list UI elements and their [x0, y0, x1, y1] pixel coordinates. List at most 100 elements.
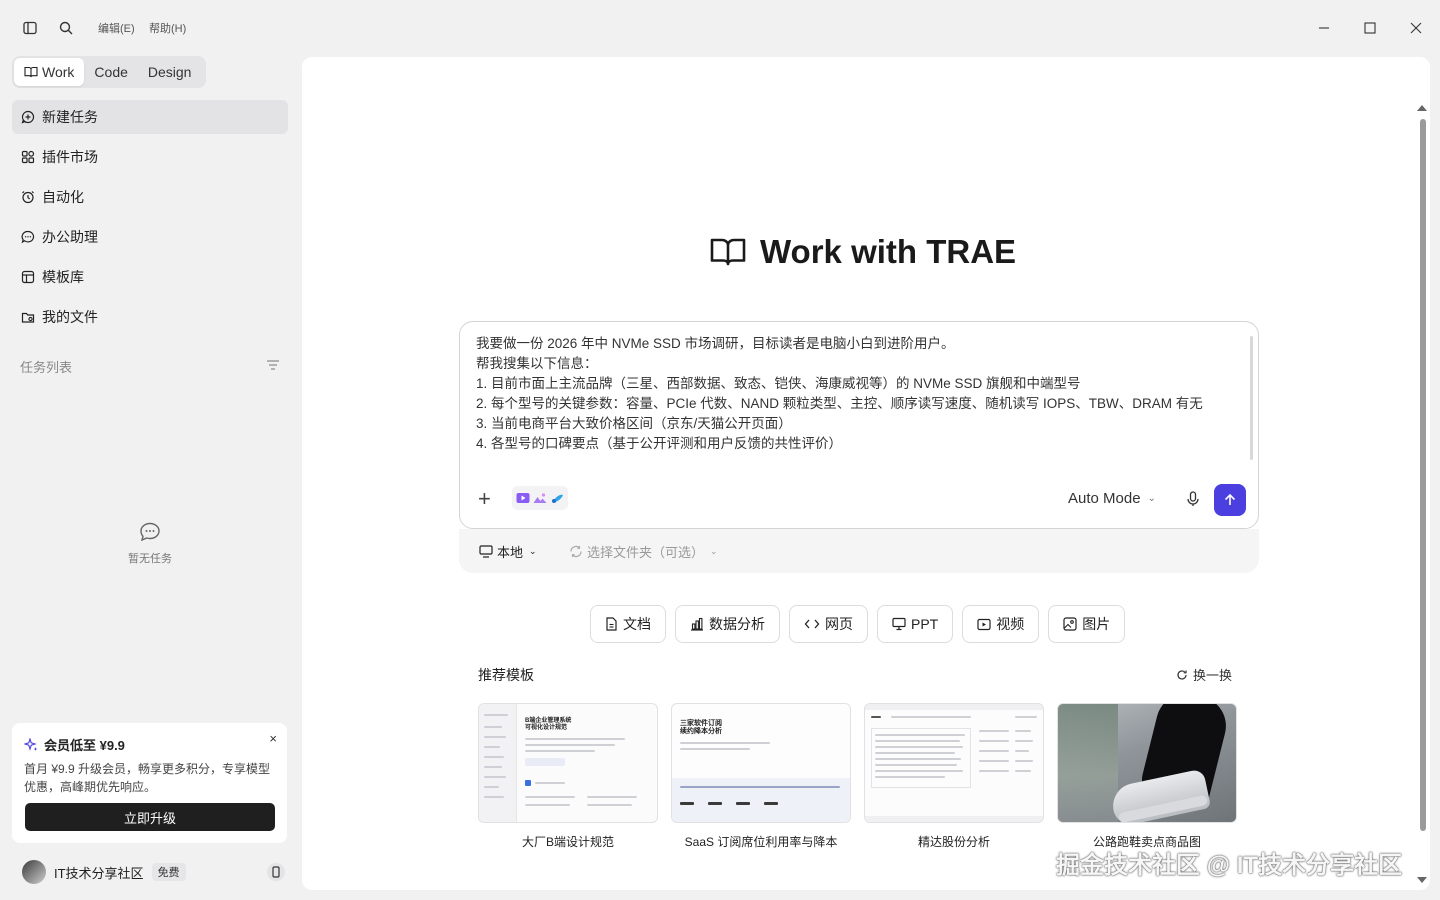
menu-help[interactable]: 帮助(H)	[149, 20, 186, 36]
template-label: 大厂B端设计规范	[521, 835, 614, 849]
template-card[interactable]: 精达股份分析	[864, 703, 1044, 850]
mode-tab-code[interactable]: Code	[84, 58, 137, 86]
sidebar-item-plugin-market[interactable]: 插件市场	[12, 140, 288, 174]
prompt-scrollbar[interactable]	[1250, 336, 1253, 460]
watermark: 掘金技术社区 @ IT技术分享社区	[1056, 852, 1403, 879]
chip-label: 网页	[825, 616, 853, 632]
sidebar-item-my-files[interactable]: 我的文件	[12, 300, 288, 334]
close-window-icon[interactable]	[1402, 14, 1430, 42]
maximize-icon[interactable]	[1356, 14, 1384, 42]
chip-image[interactable]: 图片	[1048, 605, 1126, 643]
template-thumb-heading: 三家软件订阅 续约降本分析	[680, 720, 722, 735]
menu-edit[interactable]: 编辑(E)	[98, 20, 135, 36]
promo-title-row: 会员低至 ¥9.9	[24, 735, 275, 754]
document-icon	[606, 617, 617, 631]
image-icon	[1063, 617, 1077, 631]
mode-dropdown[interactable]: Auto Mode ⌄	[1068, 490, 1156, 507]
send-button[interactable]	[1214, 484, 1246, 516]
empty-tasks: 暂无任务	[100, 522, 200, 566]
sidebar-item-new-task[interactable]: 新建任务	[12, 100, 288, 134]
sidebar-item-label: 办公助理	[42, 229, 98, 245]
search-icon[interactable]	[54, 16, 78, 40]
avatar	[22, 860, 46, 884]
chip-data-analysis[interactable]: 数据分析	[675, 605, 780, 643]
folder-label: 选择文件夹（可选）	[587, 545, 705, 560]
sidebar-item-label: 模板库	[42, 269, 84, 285]
mode-tab-work[interactable]: Work	[14, 58, 85, 86]
image-tool-icon	[533, 493, 547, 503]
empty-chat-icon	[140, 522, 160, 542]
toggle-sidebar-icon[interactable]	[18, 16, 42, 40]
user-name: IT技术分享社区	[54, 865, 144, 881]
template-card[interactable]: 三家软件订阅 续约降本分析 SaaS 订阅席位利用率与降本	[671, 703, 851, 850]
sidebar-item-automation[interactable]: 自动化	[12, 180, 288, 214]
microphone-icon[interactable]	[1186, 491, 1200, 512]
template-thumbnail	[864, 703, 1044, 823]
plan-badge: 免费	[151, 863, 186, 881]
location-selector[interactable]: 本地 ⌄	[479, 542, 537, 561]
promo-description: 首月 ¥9.9 升级会员，畅享更多积分，专享模型优惠，高峰期优先响应。	[24, 762, 271, 794]
chip-video[interactable]: 视频	[962, 605, 1040, 643]
mode-switcher: Work Code Design	[12, 56, 206, 88]
empty-tasks-text: 暂无任务	[128, 553, 172, 565]
alarm-clock-icon	[20, 189, 36, 205]
folder-selector[interactable]: 选择文件夹（可选） ⌄	[569, 542, 718, 561]
scroll-down-icon[interactable]	[1417, 877, 1427, 883]
mode-tab-design[interactable]: Design	[138, 58, 202, 86]
page-title: Work with TRAE	[760, 233, 1017, 270]
monitor-icon	[479, 545, 493, 558]
files-icon	[20, 309, 36, 325]
sparkle-icon	[24, 737, 38, 751]
new-task-icon	[20, 109, 36, 125]
mode-label: Code	[94, 64, 128, 80]
promo-title: 会员低至 ¥9.9	[44, 738, 125, 753]
mode-label: Design	[147, 64, 192, 80]
sync-folder-icon	[570, 545, 582, 558]
book-icon	[24, 66, 38, 78]
mode-label: Work	[42, 64, 75, 80]
video-icon	[977, 618, 991, 630]
media-tools[interactable]	[512, 486, 568, 510]
filter-icon[interactable]	[266, 359, 280, 374]
chip-document[interactable]: 文档	[590, 605, 666, 643]
mobile-device-icon[interactable]	[266, 862, 286, 885]
template-card[interactable]: 公路跑鞋卖点商品图	[1057, 703, 1237, 850]
upgrade-button[interactable]: 立即升级	[25, 803, 275, 831]
book-icon	[710, 238, 746, 266]
close-icon[interactable]: ×	[269, 731, 277, 746]
mode-dropdown-label: Auto Mode	[1068, 490, 1141, 507]
bar-chart-icon	[691, 617, 703, 631]
template-icon	[20, 269, 36, 285]
scrollbar-thumb[interactable]	[1420, 119, 1426, 831]
refresh-templates-button[interactable]: 换一换	[1176, 665, 1232, 684]
sidebar-item-label: 插件市场	[42, 149, 98, 165]
user-profile[interactable]: IT技术分享社区 免费	[22, 858, 286, 886]
chevron-down-icon: ⌄	[529, 546, 537, 556]
code-brackets-icon	[804, 619, 820, 629]
template-card[interactable]: B端企业管理系统 可视化设计规范 大厂B端设计规范	[478, 703, 658, 850]
hero-heading: Work with TRAE	[710, 233, 1016, 271]
title-bar: 编辑(E) 帮助(H)	[0, 0, 1440, 56]
prompt-input[interactable]: 我要做一份 2026 年中 NVMe SSD 市场调研，目标读者是电脑小白到进阶…	[476, 334, 1236, 454]
chevron-down-icon: ⌄	[710, 546, 718, 556]
chip-ppt[interactable]: PPT	[877, 605, 954, 643]
template-thumb-heading: B端企业管理系统 可视化设计规范	[525, 718, 572, 731]
membership-promo: 会员低至 ¥9.9 × 首月 ¥9.9 升级会员，畅享更多积分，专享模型优惠，高…	[12, 723, 287, 843]
template-thumbnail	[1057, 703, 1237, 823]
sidebar-nav: 新建任务 插件市场 自动化 办公助理 模板库 我的文件	[12, 100, 288, 340]
template-label: 精达股份分析	[917, 835, 990, 849]
presentation-icon	[892, 617, 906, 631]
minimize-icon[interactable]	[1310, 14, 1338, 42]
chip-webpage[interactable]: 网页	[789, 605, 868, 643]
plugin-market-icon	[20, 149, 36, 165]
scroll-up-icon[interactable]	[1417, 105, 1427, 111]
design-tool-icon	[552, 494, 563, 503]
task-list-title: 任务列表	[20, 360, 73, 375]
sidebar-item-office-assistant[interactable]: 办公助理	[12, 220, 288, 254]
add-attachment-button[interactable]: +	[478, 488, 491, 510]
sidebar-item-templates[interactable]: 模板库	[12, 260, 288, 294]
prompt-card: 我要做一份 2026 年中 NVMe SSD 市场调研，目标读者是电脑小白到进阶…	[459, 321, 1259, 529]
chip-label: PPT	[911, 616, 939, 632]
refresh-icon	[1177, 669, 1187, 680]
sidebar-item-label: 新建任务	[42, 109, 98, 125]
